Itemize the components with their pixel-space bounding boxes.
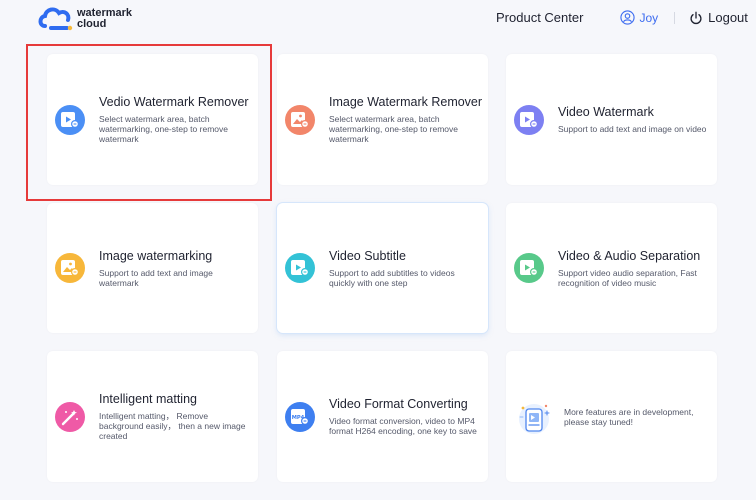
- card-description: Support to add subtitles to videos quick…: [329, 267, 455, 288]
- card-description: Support to add text and image on video: [558, 124, 707, 134]
- card-title: Video & Audio Separation: [558, 248, 701, 263]
- power-icon: [690, 11, 702, 24]
- card-video-format-converting[interactable]: MP4 Video Format Converting Video format…: [277, 351, 488, 482]
- cloud-logo-icon: [37, 4, 73, 34]
- user-icon: [620, 10, 636, 25]
- card-description: More features are in development, please…: [564, 406, 694, 427]
- logout-button[interactable]: Logout: [689, 10, 748, 25]
- card-description: Support to add text and image watermark: [99, 267, 213, 288]
- logout-label: Logout: [708, 10, 748, 25]
- user-name: Joy: [639, 10, 659, 25]
- card-title: Image Watermark Remover: [329, 95, 483, 109]
- card-description: Support video audio separation, Fast rec…: [558, 267, 697, 288]
- video-file-icon: [514, 104, 544, 135]
- brand-line-2: cloud: [77, 18, 107, 30]
- card-description: Select watermark area, batch watermarkin…: [329, 114, 458, 144]
- card-title: Video Watermark: [558, 105, 654, 119]
- product-center-link[interactable]: Product Center: [496, 10, 583, 25]
- card-image-watermarking[interactable]: Image watermarking Support to add text a…: [47, 203, 258, 333]
- card-image-watermark-remover[interactable]: Image Watermark Remover Select watermark…: [277, 54, 488, 185]
- card-description: Video format conversion, video to MP4 fo…: [329, 416, 477, 436]
- development-illustration-icon: [514, 397, 554, 437]
- card-more-features: More features are in development, please…: [506, 351, 717, 482]
- card-title: Vedio Watermark Remover: [99, 95, 249, 109]
- mp4-file-icon: MP4: [285, 401, 315, 432]
- card-video-watermark[interactable]: Video Watermark Support to add text and …: [506, 54, 717, 185]
- user-menu[interactable]: Joy: [620, 10, 658, 25]
- video-file-icon: [285, 253, 315, 283]
- video-file-icon: [514, 253, 544, 283]
- top-bar: watermark cloud Product Center Joy Logou…: [0, 0, 756, 40]
- card-video-watermark-remover[interactable]: Vedio Watermark Remover Select watermark…: [47, 54, 258, 185]
- card-title: Video Format Converting: [329, 397, 468, 411]
- video-file-icon: [55, 104, 85, 135]
- card-description: Select watermark area, batch watermarkin…: [99, 114, 228, 144]
- magic-wand-icon: [55, 401, 85, 432]
- card-video-audio-separation[interactable]: Video & Audio Separation Support video a…: [506, 203, 717, 333]
- card-title: Video Subtitle: [329, 248, 406, 263]
- card-intelligent-matting[interactable]: Intelligent matting Intelligent matting，…: [47, 351, 258, 482]
- image-file-icon: [55, 253, 85, 283]
- nav-divider: [674, 11, 676, 24]
- brand-logo[interactable]: watermark cloud: [37, 4, 132, 34]
- card-video-subtitle[interactable]: Video Subtitle Support to add subtitles …: [277, 203, 488, 333]
- top-nav: Product Center Joy Logout: [496, 10, 748, 25]
- card-title: Intelligent matting: [99, 392, 197, 406]
- image-file-icon: [285, 104, 315, 135]
- card-description: Intelligent matting， Remove background e…: [99, 411, 246, 441]
- card-title: Image watermarking: [99, 248, 213, 263]
